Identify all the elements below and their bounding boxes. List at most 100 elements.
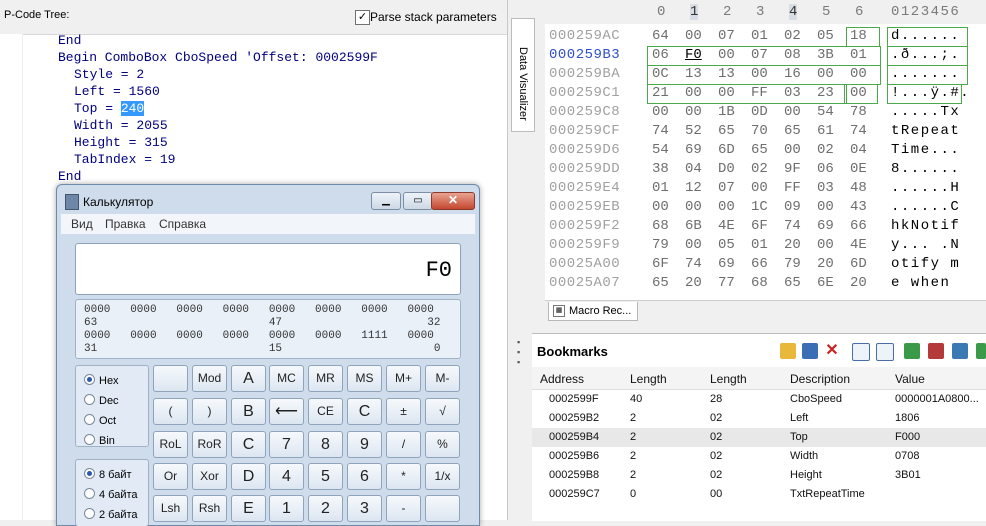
hex-byte[interactable]: 48 bbox=[850, 180, 867, 196]
hex-byte[interactable]: 0D bbox=[751, 104, 768, 120]
delete-icon[interactable]: ✕ bbox=[824, 343, 840, 359]
copy-icon[interactable] bbox=[852, 343, 870, 361]
hex-byte[interactable]: 68 bbox=[751, 275, 768, 291]
calc-key[interactable]: 1 bbox=[269, 495, 304, 522]
hex-byte[interactable]: 65 bbox=[784, 123, 801, 139]
hex-byte[interactable]: 74 bbox=[784, 218, 801, 234]
hex-byte[interactable]: 65 bbox=[652, 275, 669, 291]
calc-key[interactable]: Xor bbox=[192, 463, 227, 490]
calc-key[interactable]: E bbox=[231, 495, 266, 522]
hex-byte[interactable]: 02 bbox=[751, 161, 768, 177]
save-icon[interactable] bbox=[802, 343, 818, 359]
view-mode-label[interactable]: P-Code Tree: bbox=[4, 9, 69, 21]
calc-key[interactable]: 8 bbox=[308, 431, 343, 458]
calc-key[interactable]: MC bbox=[269, 365, 304, 392]
hex-byte[interactable]: 12 bbox=[685, 180, 702, 196]
hex-byte[interactable]: 74 bbox=[685, 256, 702, 272]
hex-byte[interactable]: 79 bbox=[784, 256, 801, 272]
hex-byte[interactable]: 20 bbox=[784, 237, 801, 253]
column-header-description[interactable]: Description bbox=[790, 372, 850, 386]
hex-byte[interactable]: 05 bbox=[718, 237, 735, 253]
radio-8-байт[interactable]: 8 байт bbox=[84, 468, 132, 481]
hex-byte[interactable]: FF bbox=[784, 180, 801, 196]
hex-byte[interactable]: 06 bbox=[817, 161, 834, 177]
ascii-text[interactable]: .....Tx bbox=[891, 104, 960, 120]
hex-byte[interactable]: 61 bbox=[817, 123, 834, 139]
minimize-button[interactable]: ▁ bbox=[371, 192, 401, 210]
calc-key[interactable]: 6 bbox=[347, 463, 382, 490]
calc-key[interactable] bbox=[425, 495, 460, 522]
hex-byte[interactable]: 00 bbox=[685, 104, 702, 120]
more-icon[interactable] bbox=[976, 343, 986, 359]
calc-key[interactable]: 1/x bbox=[425, 463, 460, 490]
hex-byte[interactable]: 02 bbox=[784, 28, 801, 44]
hex-byte[interactable]: 64 bbox=[652, 28, 669, 44]
hex-byte[interactable]: 04 bbox=[685, 161, 702, 177]
hex-byte[interactable]: 66 bbox=[850, 218, 867, 234]
calc-key[interactable]: M+ bbox=[386, 365, 421, 392]
calc-key[interactable]: ) bbox=[192, 398, 227, 425]
hex-byte[interactable]: 01 bbox=[751, 28, 768, 44]
calc-key[interactable]: ± bbox=[386, 398, 421, 425]
hex-byte[interactable]: 9F bbox=[784, 161, 801, 177]
column-header-length[interactable]: Length bbox=[630, 372, 667, 386]
ascii-text[interactable]: hkNotif bbox=[891, 218, 960, 234]
hex-byte[interactable]: 00 bbox=[784, 142, 801, 158]
calc-key[interactable]: Lsh bbox=[153, 495, 188, 522]
radio-oct[interactable]: Oct bbox=[84, 414, 116, 427]
hex-byte[interactable]: 54 bbox=[652, 142, 669, 158]
hex-byte[interactable]: 00 bbox=[718, 199, 735, 215]
maximize-button[interactable]: ▭ bbox=[403, 192, 433, 210]
hex-byte[interactable]: 65 bbox=[751, 142, 768, 158]
close-button[interactable]: ✕ bbox=[431, 192, 475, 210]
hex-byte[interactable]: 00 bbox=[817, 199, 834, 215]
hex-byte[interactable]: 6E bbox=[817, 275, 834, 291]
calc-key[interactable]: ( bbox=[153, 398, 188, 425]
paste-icon[interactable] bbox=[876, 343, 894, 361]
hex-byte[interactable]: 20 bbox=[850, 275, 867, 291]
calc-key[interactable]: RoL bbox=[153, 431, 188, 458]
table-row[interactable] bbox=[532, 485, 986, 504]
add-bookmark-icon[interactable] bbox=[904, 343, 920, 359]
calc-key[interactable]: C bbox=[231, 431, 266, 458]
edit-bookmark-icon[interactable] bbox=[952, 343, 968, 359]
column-header-length[interactable]: Length bbox=[710, 372, 747, 386]
hex-byte[interactable]: 00 bbox=[685, 28, 702, 44]
hex-byte[interactable]: D0 bbox=[718, 161, 735, 177]
calc-key[interactable]: 7 bbox=[269, 431, 304, 458]
radio-2-байта[interactable]: 2 байта bbox=[84, 508, 138, 521]
ascii-text[interactable]: ......H bbox=[891, 180, 960, 196]
calc-key[interactable]: A bbox=[231, 365, 266, 392]
calc-key[interactable]: Mod bbox=[192, 365, 227, 392]
radio-dec[interactable]: Dec bbox=[84, 394, 119, 407]
hex-byte[interactable]: 07 bbox=[718, 180, 735, 196]
hex-byte[interactable]: 6F bbox=[652, 256, 669, 272]
hex-byte[interactable]: 6F bbox=[751, 218, 768, 234]
hex-byte[interactable]: 20 bbox=[817, 256, 834, 272]
hex-byte[interactable]: 4E bbox=[718, 218, 735, 234]
calc-key[interactable]: % bbox=[425, 431, 460, 458]
column-header-address[interactable]: Address bbox=[540, 372, 584, 386]
hex-byte[interactable]: 74 bbox=[652, 123, 669, 139]
hex-byte[interactable]: 52 bbox=[685, 123, 702, 139]
hex-byte[interactable]: 1B bbox=[718, 104, 735, 120]
hex-byte[interactable]: 65 bbox=[784, 275, 801, 291]
hex-byte[interactable]: 00 bbox=[652, 199, 669, 215]
hex-byte[interactable]: 00 bbox=[784, 104, 801, 120]
menu-item[interactable]: Справка bbox=[159, 217, 206, 231]
calc-key[interactable]: 5 bbox=[308, 463, 343, 490]
calc-key[interactable]: * bbox=[386, 463, 421, 490]
open-folder-icon[interactable] bbox=[780, 343, 796, 359]
hex-byte[interactable]: 79 bbox=[652, 237, 669, 253]
hex-byte[interactable]: 69 bbox=[718, 256, 735, 272]
hex-byte[interactable]: 6D bbox=[718, 142, 735, 158]
hex-byte[interactable]: 1C bbox=[751, 199, 768, 215]
hex-byte[interactable]: 04 bbox=[850, 142, 867, 158]
hex-byte[interactable]: 00 bbox=[685, 199, 702, 215]
calc-key[interactable]: CE bbox=[308, 398, 343, 425]
calc-key[interactable]: MR bbox=[308, 365, 343, 392]
hex-byte[interactable]: 66 bbox=[751, 256, 768, 272]
hex-byte[interactable]: 00 bbox=[652, 104, 669, 120]
ascii-text[interactable]: tRepeat bbox=[891, 123, 960, 139]
hex-byte[interactable]: 09 bbox=[784, 199, 801, 215]
